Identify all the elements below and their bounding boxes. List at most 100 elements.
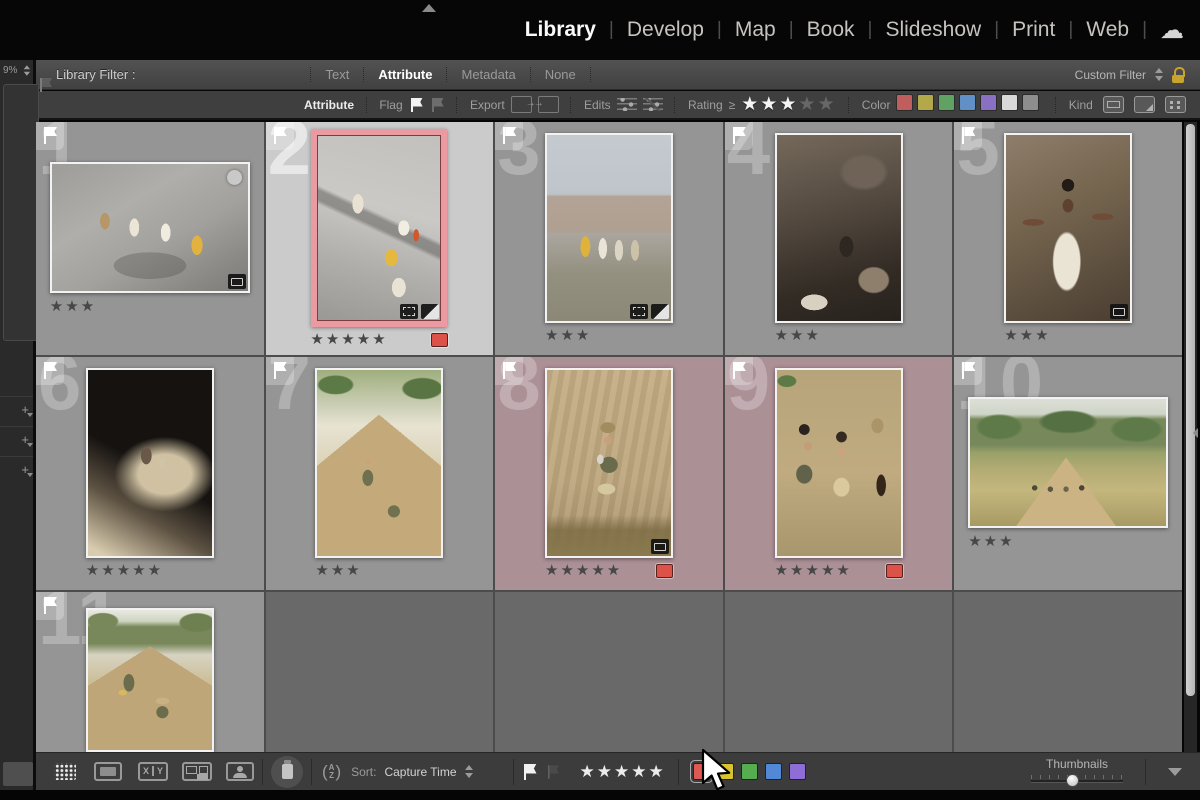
rating-operator[interactable]: ≥ <box>729 98 736 112</box>
sort-value[interactable]: Capture Time <box>384 765 456 779</box>
cell-stars[interactable]: ★★★ <box>315 563 361 579</box>
people-view-icon[interactable] <box>226 762 254 781</box>
cloud-icon[interactable] <box>1160 20 1186 40</box>
flag-pick-icon[interactable] <box>409 97 424 113</box>
pick-flag-icon[interactable] <box>36 357 64 385</box>
left-panel-collapsed[interactable]: 9% + + + <box>0 60 36 800</box>
filter-tab-none[interactable]: None <box>530 67 591 82</box>
loupe-view-icon[interactable] <box>94 762 122 781</box>
expand-right-panel-arrow-icon[interactable] <box>1193 428 1198 438</box>
module-print[interactable]: Print <box>1012 18 1055 42</box>
photo-thumbnail[interactable] <box>545 133 673 323</box>
grid-cell[interactable]: 2 ★★★★★ <box>266 122 494 355</box>
flag-reject-icon[interactable] <box>546 764 560 779</box>
cell-stars[interactable]: ★★★ <box>1004 328 1050 344</box>
pick-flag-icon[interactable] <box>266 357 294 385</box>
pick-flag-icon[interactable] <box>954 357 982 385</box>
star-icon[interactable]: ★ <box>614 762 631 781</box>
color-label-swatch[interactable] <box>656 564 673 578</box>
grid-cell[interactable]: 5 ★★★ <box>954 122 1182 355</box>
cell-stars[interactable]: ★★★ <box>545 328 591 344</box>
pick-flag-icon[interactable] <box>495 122 523 150</box>
navigator-zoom-value[interactable]: 9% <box>3 65 17 76</box>
star-icon[interactable]: ★ <box>631 762 648 781</box>
survey-view-icon[interactable] <box>182 762 212 781</box>
color-swatch-5[interactable] <box>1001 94 1018 111</box>
color-swatch-6[interactable] <box>1022 94 1039 111</box>
master-photo-kind-icon[interactable] <box>1103 96 1124 113</box>
star-icon[interactable]: ★ <box>597 762 614 781</box>
photo-thumbnail[interactable] <box>775 133 903 323</box>
color-swatch-2[interactable] <box>938 94 955 111</box>
pick-flag-icon[interactable] <box>266 122 294 150</box>
pick-flag-icon[interactable] <box>954 122 982 150</box>
star-icon[interactable]: ★ <box>741 94 760 115</box>
thumbnail-slider-handle[interactable] <box>1066 774 1079 787</box>
photo-thumbnail[interactable] <box>86 608 214 752</box>
unedited-icon[interactable] <box>643 98 663 111</box>
crop-badge[interactable] <box>630 304 648 319</box>
color-label-swatch[interactable] <box>431 333 448 347</box>
color-swatch-4[interactable] <box>980 94 997 111</box>
photo-thumbnail[interactable] <box>315 368 443 558</box>
color-swatch-1[interactable] <box>917 94 934 111</box>
virtual-copy-kind-icon[interactable] <box>1134 96 1155 113</box>
grid-cell[interactable]: 6 ★★★★★ <box>36 357 264 590</box>
cell-stars[interactable]: ★★★ <box>968 534 1014 550</box>
video-kind-icon[interactable] <box>1165 96 1186 113</box>
edit-badge[interactable] <box>651 304 669 319</box>
stack-circle-badge[interactable] <box>227 170 242 185</box>
filter-tab-metadata[interactable]: Metadata <box>446 67 529 82</box>
panel-header-row[interactable]: + <box>0 456 33 485</box>
camera-badge[interactable] <box>651 539 669 554</box>
cell-stars[interactable]: ★★★ <box>50 299 96 315</box>
photo-thumbnail[interactable] <box>968 397 1168 528</box>
grid-cell[interactable]: 8 ★★★★★ <box>495 357 723 590</box>
grid-cell[interactable]: 11 <box>36 592 264 752</box>
pick-flag-icon[interactable] <box>725 122 753 150</box>
camera-badge[interactable] <box>1110 304 1128 319</box>
star-icon[interactable]: ★ <box>779 94 798 115</box>
star-icon[interactable]: ★ <box>760 94 779 115</box>
pick-flag-icon[interactable] <box>495 357 523 385</box>
star-icon[interactable]: ★ <box>649 762 666 781</box>
cell-stars[interactable]: ★★★★★ <box>775 563 852 579</box>
camera-badge[interactable] <box>228 274 246 289</box>
pick-flag-icon[interactable] <box>36 592 64 620</box>
painter-tool-button[interactable] <box>271 756 303 788</box>
filter-tab-attribute[interactable]: Attribute <box>363 67 446 82</box>
cell-stars[interactable]: ★★★★★ <box>86 563 163 579</box>
flag-reject-icon[interactable] <box>430 97 445 113</box>
photo-thumbnail[interactable] <box>86 368 214 558</box>
cell-stars[interactable]: ★★★ <box>775 328 821 344</box>
star-icon[interactable]: ★ <box>798 94 817 115</box>
photo-thumbnail[interactable] <box>545 368 673 558</box>
module-web[interactable]: Web <box>1086 18 1129 42</box>
grid-view-icon[interactable] <box>54 763 76 780</box>
toolbar-color-swatch-4[interactable] <box>789 763 806 780</box>
photo-thumbnail[interactable] <box>1004 133 1132 323</box>
compare-view-icon[interactable] <box>138 762 168 781</box>
scrollbar-thumb[interactable] <box>1186 124 1195 696</box>
module-map[interactable]: Map <box>735 18 776 42</box>
toolbar-color-swatch-0[interactable] <box>693 763 710 780</box>
grid-cell[interactable]: 10 ★★★ <box>954 357 1182 590</box>
pick-flag-icon[interactable] <box>725 357 753 385</box>
grid-cell[interactable]: 9 ★★★★★ <box>725 357 953 590</box>
not-exported-icon[interactable] <box>538 96 559 113</box>
star-icon[interactable]: ★ <box>817 94 836 115</box>
sort-stepper-icon[interactable] <box>464 765 473 778</box>
edited-icon[interactable] <box>617 98 637 111</box>
chevron-down-icon[interactable] <box>1168 768 1182 776</box>
flag-unflagged-icon[interactable] <box>38 77 53 93</box>
collapse-top-panel-arrow-icon[interactable] <box>422 4 436 12</box>
toolbar-color-swatch-3[interactable] <box>765 763 782 780</box>
module-library[interactable]: Library <box>525 18 596 42</box>
panel-header-row[interactable]: + <box>0 396 33 425</box>
photo-thumbnail[interactable] <box>50 162 250 293</box>
navigator-zoom-stepper-icon[interactable] <box>23 65 30 75</box>
module-book[interactable]: Book <box>807 18 855 42</box>
grid-cell[interactable]: 3 ★★★ <box>495 122 723 355</box>
preset-stepper-icon[interactable] <box>1154 68 1163 81</box>
module-develop[interactable]: Develop <box>627 18 704 42</box>
